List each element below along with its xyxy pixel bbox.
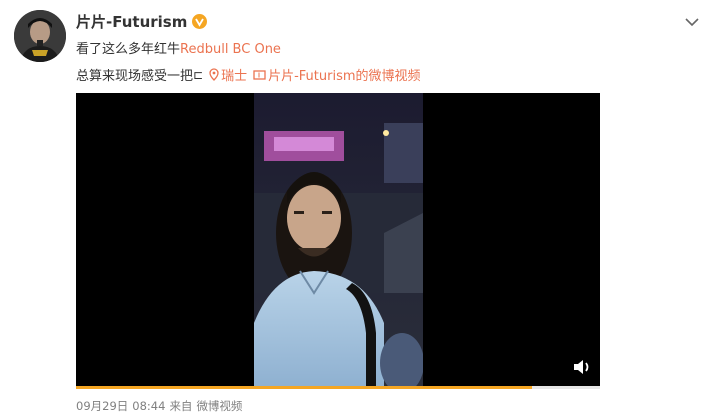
video-player[interactable] <box>76 93 600 386</box>
text-end-marker: ⊏ <box>193 67 204 82</box>
post-time[interactable]: 08:44 <box>132 399 165 413</box>
verified-v-icon <box>192 14 208 29</box>
post-text-line-1: 看了这么多年红牛Redbull BC One <box>76 38 281 57</box>
location-label: 瑞士 <box>221 69 248 84</box>
topic-link[interactable]: Redbull BC One <box>180 42 281 57</box>
post-text-line-2: 总算来现场感受一把 ⊏ 瑞士 片片-Futurism的微博视频 <box>76 65 421 85</box>
source-link[interactable]: 微博视频 <box>196 399 242 413</box>
location-link[interactable]: 瑞士 <box>209 65 247 84</box>
speaker-icon[interactable] <box>572 358 592 376</box>
video-frame <box>254 93 423 386</box>
post-text: 看了这么多年红牛 <box>76 42 181 57</box>
video-link-label: 片片-Futurism的微博视频 <box>268 69 421 84</box>
video-link[interactable]: 片片-Futurism的微博视频 <box>253 65 421 84</box>
chevron-down-icon[interactable] <box>683 13 701 27</box>
source-prefix: 来自 <box>169 399 193 413</box>
post-meta: 09月29日 08:44 来自 微博视频 <box>76 398 246 414</box>
post-text: 总算来现场感受一把 <box>76 69 194 84</box>
video-icon <box>253 70 266 80</box>
author-name[interactable]: 片片-Futurism <box>76 11 187 32</box>
avatar[interactable] <box>14 10 66 62</box>
author-name-row: 片片-Futurism <box>76 11 208 32</box>
video-progress-fill <box>76 386 532 389</box>
location-pin-icon <box>209 68 219 81</box>
video-progress-bar[interactable] <box>76 386 600 389</box>
post-date[interactable]: 09月29日 <box>76 399 128 413</box>
